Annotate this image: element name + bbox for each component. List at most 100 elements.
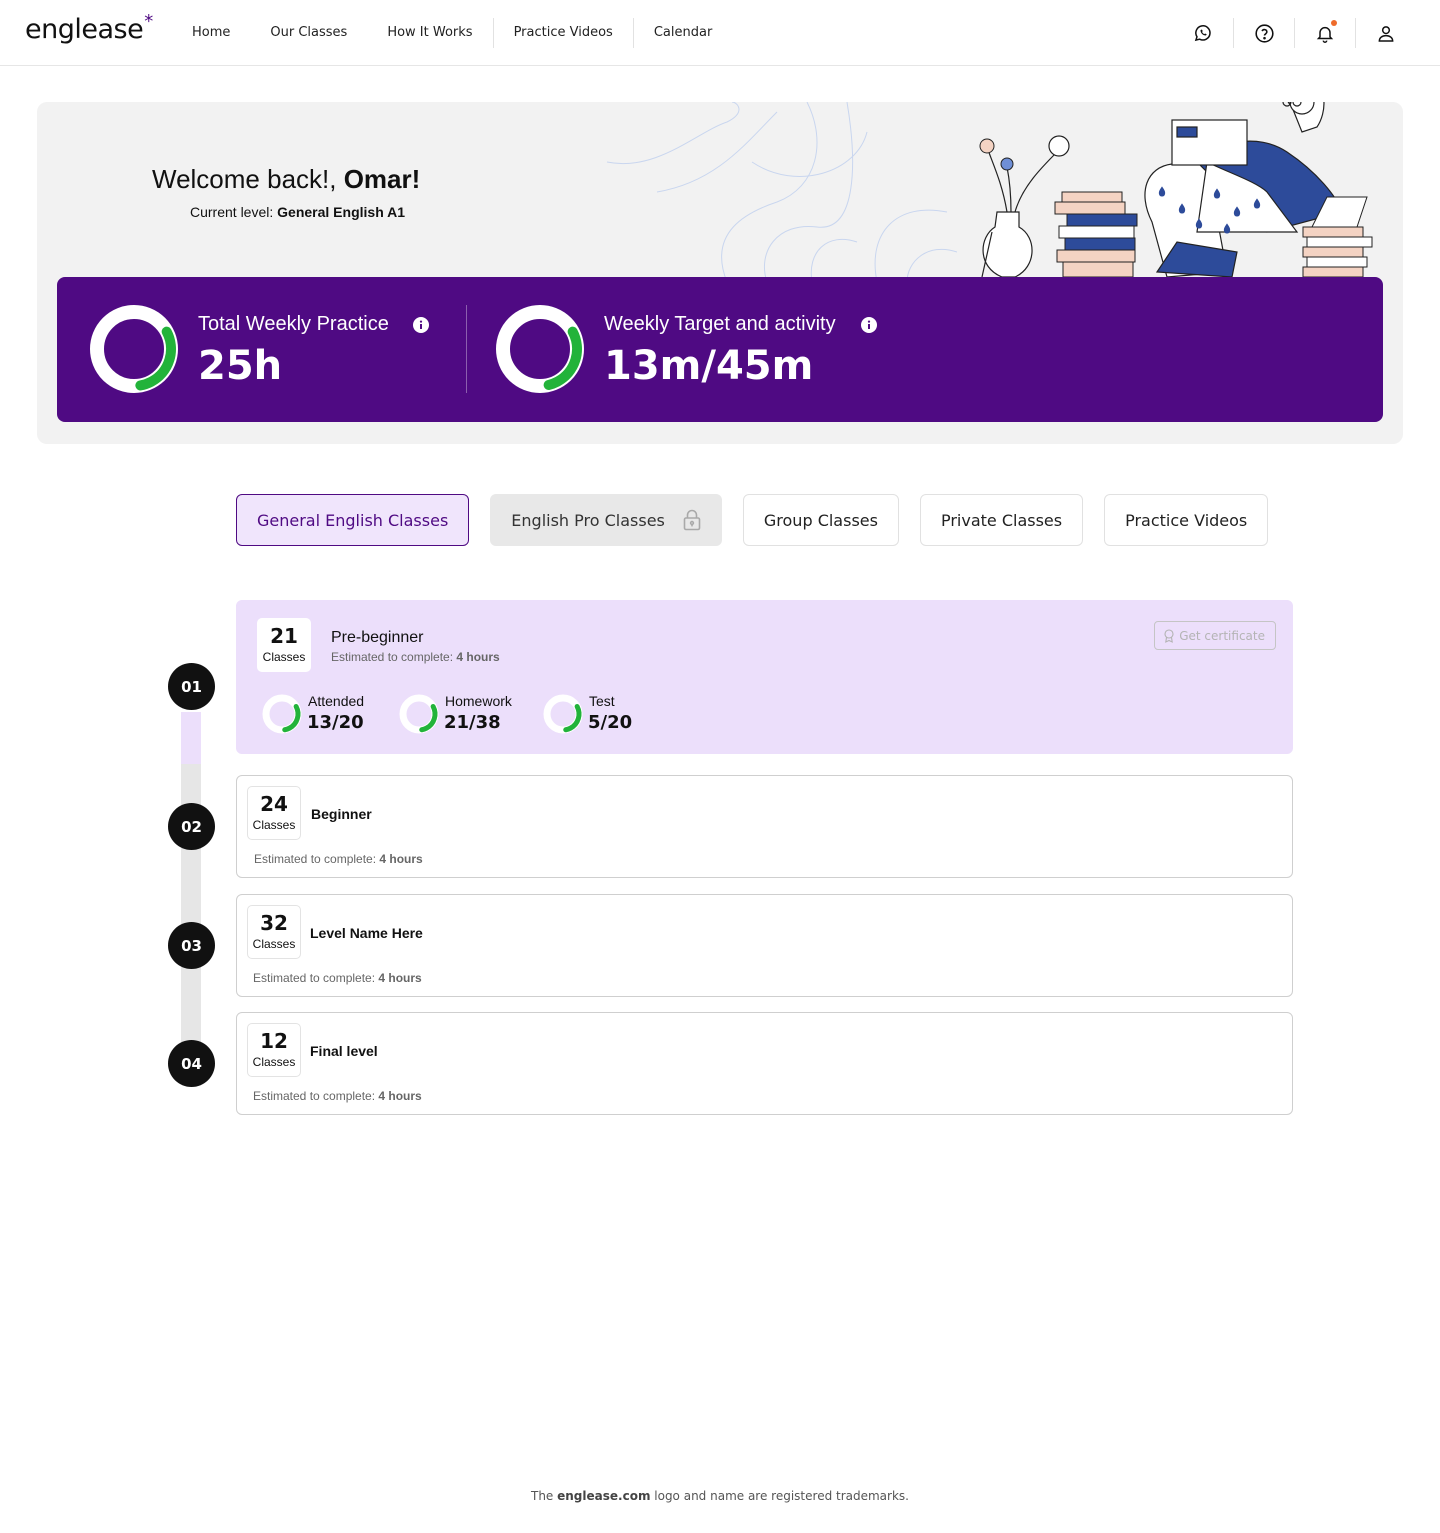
attended-label: Attended: [308, 693, 365, 709]
class-count-number: 32: [260, 911, 288, 935]
class-count-label: Classes: [252, 818, 296, 832]
tab-practice-videos[interactable]: Practice Videos: [1104, 494, 1269, 546]
welcome-heading: Welcome back!, Omar!: [152, 164, 420, 195]
total-practice-label: Total Weekly Practice: [198, 313, 389, 335]
class-count: 21 Classes: [257, 618, 311, 672]
tab-label: English Pro Classes: [511, 510, 665, 530]
decorative-lines: [606, 102, 957, 282]
lock-icon: [683, 509, 701, 531]
attended-value: 13/20: [307, 712, 364, 733]
total-practice-value: 25h: [198, 343, 283, 389]
footer-prefix: The: [530, 1489, 558, 1503]
estimated-time-value: 4 hours: [456, 650, 500, 664]
tab-label: General English Classes: [257, 510, 449, 530]
level-card-final[interactable]: 12 Classes Final level Estimated to comp…: [236, 1012, 1293, 1115]
class-count-number: 12: [260, 1029, 288, 1053]
class-count: 12 Classes: [247, 1023, 301, 1077]
estimated-time-value: 4 hours: [379, 852, 423, 866]
class-count-number: 24: [260, 792, 288, 816]
level-step-badge: 02: [168, 803, 215, 850]
attended-ring: [262, 694, 302, 734]
user-name: Omar!: [343, 164, 421, 194]
test-value: 5/20: [588, 712, 633, 733]
weekly-target-label: Weekly Target and activity: [604, 313, 836, 335]
class-count: 24 Classes: [247, 786, 301, 840]
tab-general-english[interactable]: General English Classes: [236, 494, 470, 546]
tab-label: Private Classes: [940, 510, 1063, 530]
welcome-prefix: Welcome back!,: [152, 164, 344, 194]
estimated-time-value: 4 hours: [378, 971, 422, 985]
footer-suffix: logo and name are registered trademarks.: [650, 1489, 909, 1503]
nav-links: Home Our Classes How It Works Practice V…: [172, 0, 732, 66]
get-certificate-button[interactable]: Get certificate: [1154, 621, 1276, 650]
level-card-level-3[interactable]: 32 Classes Level Name Here Estimated to …: [236, 894, 1293, 997]
estimated-time: Estimated to complete: 4 hours: [254, 852, 423, 866]
user-icon[interactable]: [1356, 0, 1416, 66]
class-count-label: Classes: [252, 1055, 296, 1069]
info-icon[interactable]: [861, 317, 877, 333]
weekly-stats-bar: Total Weekly Practice 25h Weekly Target …: [57, 277, 1383, 422]
class-type-tabs: General English Classes English Pro Clas…: [236, 494, 1269, 546]
homework-ring: [399, 694, 439, 734]
weekly-target-value: 13m/45m: [604, 343, 814, 389]
test-label: Test: [589, 693, 615, 709]
estimated-time: Estimated to complete: 4 hours: [253, 971, 422, 985]
current-level-value: General English A1: [277, 204, 406, 220]
bell-icon[interactable]: [1295, 0, 1355, 66]
class-count-number: 21: [270, 624, 298, 648]
logo-mark: *: [144, 11, 153, 32]
level-card-pre-beginner[interactable]: 21 Classes Pre-beginner Estimated to com…: [236, 600, 1293, 754]
estimated-time-prefix: Estimated to complete:: [253, 1089, 379, 1103]
tab-private-classes[interactable]: Private Classes: [919, 494, 1084, 546]
estimated-time-prefix: Estimated to complete:: [331, 650, 457, 664]
welcome-banner: Welcome back!, Omar! Current level: Gene…: [37, 102, 1403, 444]
current-level-prefix: Current level:: [190, 204, 278, 220]
total-practice-ring: [90, 305, 178, 393]
get-certificate-label: Get certificate: [1179, 628, 1265, 643]
level-name: Level Name Here: [310, 925, 423, 941]
estimated-time-prefix: Estimated to complete:: [253, 971, 379, 985]
homework-label: Homework: [445, 693, 512, 709]
homework-value: 21/38: [444, 712, 501, 733]
class-count: 32 Classes: [247, 905, 301, 959]
estimated-time-prefix: Estimated to complete:: [254, 852, 380, 866]
footer-trademark: The englease.com logo and name are regis…: [0, 1489, 1440, 1503]
nav-link-home[interactable]: Home: [172, 18, 250, 48]
certificate-icon: [1163, 628, 1175, 643]
nav-link-practice-videos[interactable]: Practice Videos: [494, 18, 633, 48]
top-navigation: englease* Home Our Classes How It Works …: [0, 0, 1440, 66]
level-name: Beginner: [311, 806, 372, 822]
nav-link-our-classes[interactable]: Our Classes: [250, 18, 367, 48]
estimated-time-value: 4 hours: [378, 1089, 422, 1103]
nav-actions: [1173, 0, 1416, 66]
footer-brand[interactable]: englease.com: [557, 1489, 650, 1503]
reading-woman-illustration: [979, 102, 1373, 277]
estimated-time: Estimated to complete: 4 hours: [331, 650, 500, 664]
test-ring: [543, 694, 583, 734]
weekly-target-ring: [496, 305, 584, 393]
level-timeline-progress: [181, 712, 201, 764]
level-step-badge: 01: [168, 663, 215, 710]
level-step-badge: 04: [168, 1040, 215, 1087]
info-icon[interactable]: [413, 317, 429, 333]
tab-english-pro[interactable]: English Pro Classes: [490, 494, 722, 546]
estimated-time: Estimated to complete: 4 hours: [253, 1089, 422, 1103]
nav-link-calendar[interactable]: Calendar: [634, 18, 732, 48]
stats-divider: [466, 305, 467, 393]
help-icon[interactable]: [1234, 0, 1294, 66]
tab-label: Group Classes: [763, 510, 878, 530]
current-level: Current level: General English A1: [190, 204, 405, 220]
nav-link-how-it-works[interactable]: How It Works: [367, 18, 492, 48]
level-card-beginner[interactable]: 24 Classes Beginner Estimated to complet…: [236, 775, 1293, 878]
tab-group-classes[interactable]: Group Classes: [742, 494, 899, 546]
notification-dot: [1331, 20, 1337, 26]
logo-text: englease: [25, 14, 144, 45]
tab-label: Practice Videos: [1125, 510, 1248, 530]
whatsapp-icon[interactable]: [1173, 0, 1233, 66]
class-count-label: Classes: [262, 650, 306, 664]
englease-logo[interactable]: englease*: [25, 11, 153, 45]
level-step-badge: 03: [168, 922, 215, 969]
level-name: Final level: [310, 1043, 378, 1059]
level-name: Pre-beginner: [331, 629, 424, 646]
class-count-label: Classes: [252, 937, 296, 951]
